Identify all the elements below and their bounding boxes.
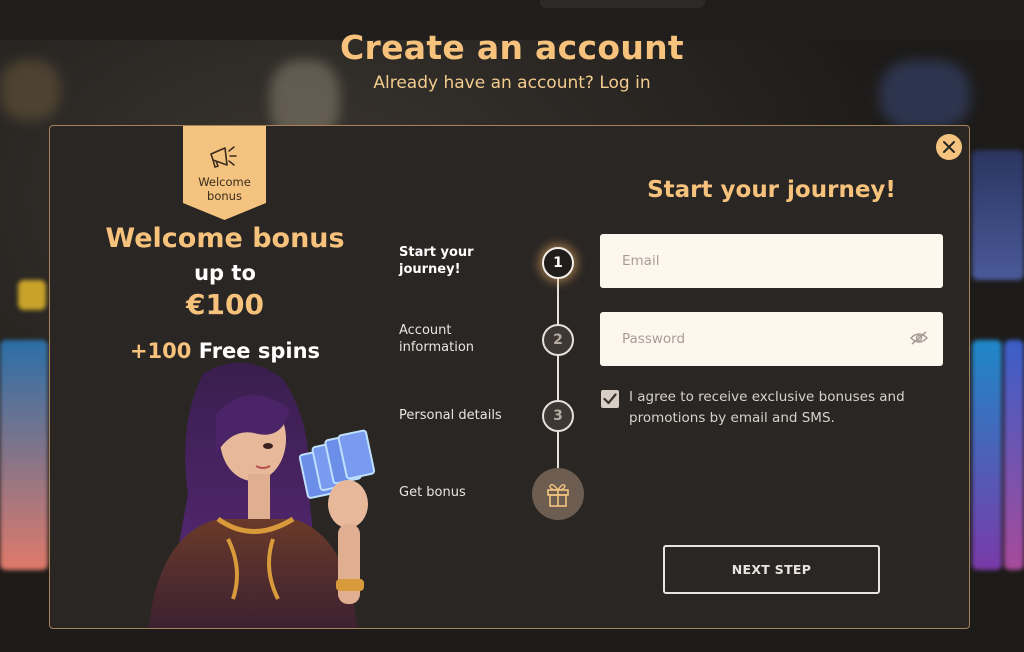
close-button[interactable] bbox=[936, 134, 962, 160]
next-step-button[interactable]: NEXT STEP bbox=[663, 545, 880, 594]
step-4-indicator bbox=[532, 468, 584, 520]
email-field[interactable] bbox=[600, 234, 943, 288]
background-game-card bbox=[972, 150, 1024, 280]
step-number: 1 bbox=[553, 255, 563, 271]
step-1-indicator: 1 bbox=[542, 247, 574, 279]
password-field[interactable] bbox=[600, 312, 943, 366]
login-prompt-text: Already have an account? bbox=[373, 73, 594, 93]
background-game-card bbox=[972, 340, 1002, 570]
consent-text: I agree to receive exclusive bonuses and… bbox=[629, 389, 905, 426]
promo-upto: up to bbox=[194, 261, 256, 285]
promo-title: Welcome bonus bbox=[105, 223, 345, 254]
background-figure bbox=[880, 60, 970, 130]
megaphone-icon bbox=[210, 146, 237, 168]
step-number: 2 bbox=[553, 332, 563, 348]
background-tab bbox=[540, 0, 705, 8]
step-2-indicator: 2 bbox=[542, 324, 574, 356]
stepper-line bbox=[557, 263, 559, 493]
step-label-personal-details: Personal details bbox=[399, 408, 502, 423]
welcome-bonus-badge-label: Welcome bonus bbox=[198, 175, 251, 203]
gift-icon bbox=[547, 483, 569, 507]
welcome-bonus-badge bbox=[183, 126, 266, 220]
promo-character-illustration bbox=[148, 362, 376, 628]
page-title: Create an account bbox=[340, 28, 684, 67]
show-password-icon[interactable] bbox=[910, 331, 928, 345]
step-number: 3 bbox=[553, 408, 563, 424]
background-game-card bbox=[18, 280, 46, 310]
step-label-start-journey: Start your journey! bbox=[399, 245, 474, 277]
step-label-account-information: Account information bbox=[399, 323, 475, 355]
close-icon bbox=[943, 141, 955, 153]
login-link[interactable]: Log in bbox=[599, 73, 650, 93]
background-game-card bbox=[1004, 340, 1024, 570]
promo-amount: €100 bbox=[186, 288, 264, 321]
step-label-get-bonus: Get bonus bbox=[399, 485, 466, 500]
form-title: Start your journey! bbox=[647, 177, 896, 203]
signup-modal: Welcome bonus Welcome bonus up to €100 +1… bbox=[49, 125, 970, 629]
login-prompt: Already have an account? Log in bbox=[0, 73, 1024, 93]
checkmark-icon bbox=[603, 393, 617, 405]
consent-checkbox[interactable] bbox=[601, 390, 619, 408]
background-game-card bbox=[0, 340, 48, 570]
step-3-indicator: 3 bbox=[542, 400, 574, 432]
